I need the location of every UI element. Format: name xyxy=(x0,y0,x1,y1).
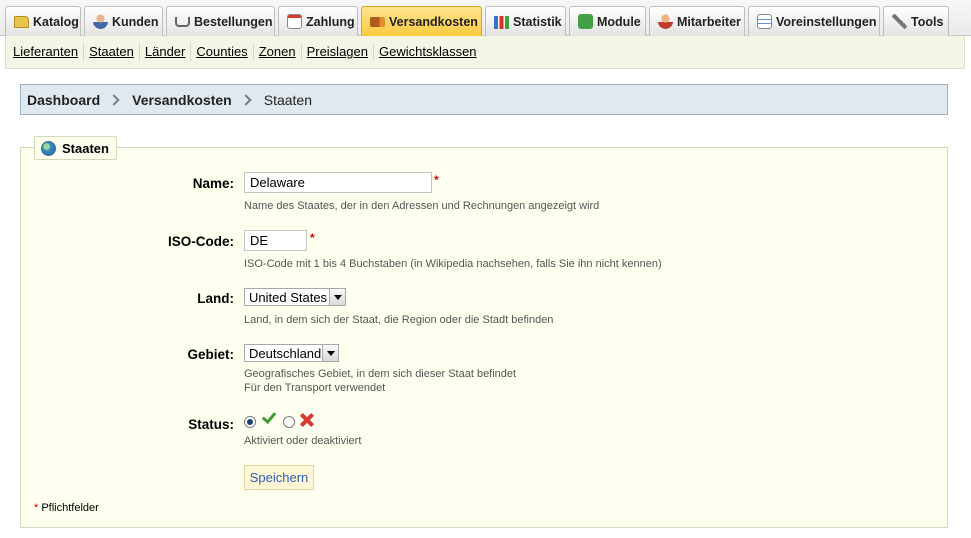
breadcrumb-dashboard[interactable]: Dashboard xyxy=(27,92,100,108)
land-label: Land: xyxy=(197,291,234,306)
status-label: Status: xyxy=(188,417,234,432)
status-enabled-radio[interactable] xyxy=(244,416,256,428)
required-fields-note: * Pflichtfelder xyxy=(34,502,99,514)
tab-label: Kunden xyxy=(112,14,159,29)
gebiet-label: Gebiet: xyxy=(187,347,234,362)
calculator-icon xyxy=(287,14,302,29)
name-label: Name: xyxy=(192,176,234,191)
puzzle-icon xyxy=(578,14,593,29)
gebiet-hint: Geografisches Gebiet, in dem sich dieser… xyxy=(244,368,517,380)
tab-label: Tools xyxy=(911,14,944,29)
required-marker: * xyxy=(434,173,439,187)
tab-label: Module xyxy=(597,14,641,29)
tab-versandkosten[interactable]: Versandkosten xyxy=(361,6,482,37)
tab-label: Statistik xyxy=(513,14,562,29)
globe-icon xyxy=(41,140,56,156)
breadcrumb-staaten: Staaten xyxy=(263,91,312,108)
required-marker: * xyxy=(310,231,315,245)
land-hint: Land, in dem sich der Staat, die Region … xyxy=(244,314,554,326)
panel-legend: Staaten xyxy=(34,136,117,160)
tab-bestellungen[interactable]: Bestellungen xyxy=(166,6,275,36)
breadcrumb: Dashboard Versandkosten Staaten xyxy=(20,84,948,115)
subnav-lieferanten[interactable]: Lieferanten xyxy=(8,43,85,61)
tab-mitarbeiter[interactable]: Mitarbeiter xyxy=(649,6,745,36)
iso-code-hint: ISO-Code mit 1 bis 4 Buchstaben (in Wiki… xyxy=(244,258,662,270)
tab-tools[interactable]: Tools xyxy=(883,6,949,36)
employee-icon xyxy=(658,14,673,29)
tab-katalog[interactable]: Katalog xyxy=(5,6,81,36)
user-icon xyxy=(93,14,108,29)
tab-label: Katalog xyxy=(33,14,79,29)
subnav-laender[interactable]: Länder xyxy=(140,43,192,61)
tab-label: Voreinstellungen xyxy=(776,14,877,29)
tab-label: Bestellungen xyxy=(194,14,273,29)
breadcrumb-versandkosten[interactable]: Versandkosten xyxy=(132,92,232,108)
status-disabled-radio[interactable] xyxy=(283,416,295,428)
chevron-down-icon[interactable] xyxy=(322,345,338,361)
cross-icon[interactable] xyxy=(300,413,314,427)
chevron-right-icon xyxy=(108,93,120,106)
panel-title: Staaten xyxy=(62,140,109,156)
status-hint: Aktiviert oder deaktiviert xyxy=(244,435,362,447)
chevron-right-icon xyxy=(240,93,252,106)
tab-zahlung[interactable]: Zahlung xyxy=(278,6,358,36)
form-icon xyxy=(757,14,772,29)
subnav-counties[interactable]: Counties xyxy=(191,43,254,61)
iso-code-label: ISO-Code: xyxy=(168,234,234,249)
name-input[interactable] xyxy=(244,172,432,193)
main-tab-bar: Katalog Kunden Bestellungen Zahlung Vers… xyxy=(0,0,971,37)
land-select[interactable]: United States xyxy=(244,288,346,306)
subnav-zonen[interactable]: Zonen xyxy=(254,43,302,61)
subnav-preislagen[interactable]: Preislagen xyxy=(302,43,374,61)
iso-code-input[interactable] xyxy=(244,230,307,251)
tab-kunden[interactable]: Kunden xyxy=(84,6,163,36)
required-fields-text: Pflichtfelder xyxy=(41,502,99,514)
tab-label: Zahlung xyxy=(306,14,355,29)
tab-module[interactable]: Module xyxy=(569,6,646,36)
subnav-staaten[interactable]: Staaten xyxy=(84,43,140,61)
tab-voreinstellungen[interactable]: Voreinstellungen xyxy=(748,6,880,36)
gebiet-selected-value: Deutschland xyxy=(249,345,322,361)
truck-icon xyxy=(370,17,385,27)
name-hint: Name des Staates, der in den Adressen un… xyxy=(244,200,600,212)
gebiet-select[interactable]: Deutschland xyxy=(244,344,339,362)
bar-chart-icon xyxy=(494,16,509,29)
chevron-down-icon[interactable] xyxy=(329,289,345,305)
tab-label: Versandkosten xyxy=(389,15,478,29)
subnav-gewichtsklassen[interactable]: Gewichtsklassen xyxy=(374,43,482,61)
folder-icon xyxy=(14,16,29,28)
gebiet-hint-2: Für den Transport verwendet xyxy=(244,382,386,394)
land-selected-value: United States xyxy=(249,289,328,305)
sub-navigation: Lieferanten Staaten Länder Counties Zone… xyxy=(5,36,965,69)
wrench-icon xyxy=(892,14,907,29)
required-marker: * xyxy=(34,502,39,514)
cart-icon xyxy=(175,17,190,27)
tab-label: Mitarbeiter xyxy=(677,14,741,29)
tab-statistik[interactable]: Statistik xyxy=(485,6,566,36)
save-button[interactable]: Speichern xyxy=(244,465,314,490)
